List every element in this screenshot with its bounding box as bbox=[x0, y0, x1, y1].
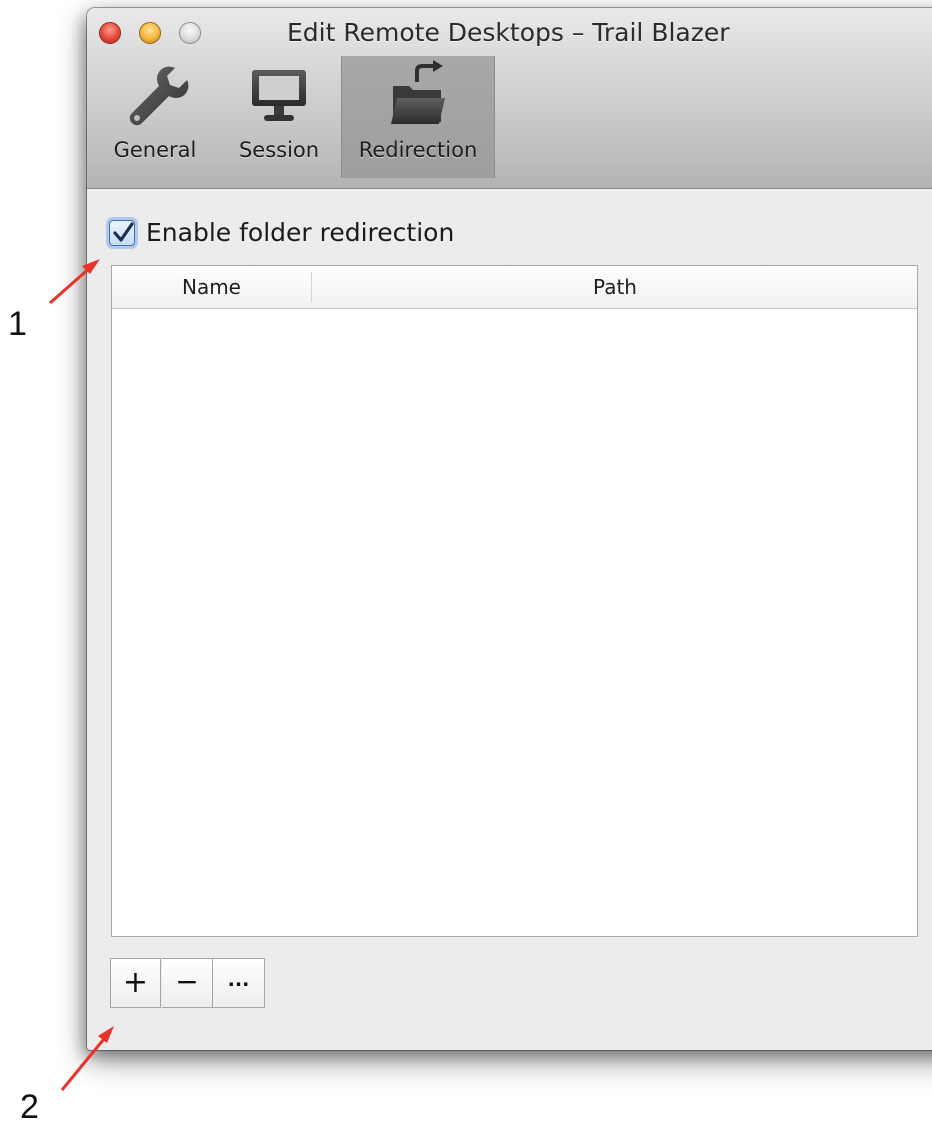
annotation-arrow-2 bbox=[60, 1026, 114, 1091]
annotation-arrow-1 bbox=[49, 259, 100, 305]
annotation-marker-2: 2 bbox=[20, 1088, 39, 1124]
annotation-arrows bbox=[49, 259, 114, 1091]
annotation-marker-1: 1 bbox=[8, 305, 27, 343]
screenshot-stage: Edit Remote Desktops – Trail Blazer Gene… bbox=[0, 0, 932, 1124]
